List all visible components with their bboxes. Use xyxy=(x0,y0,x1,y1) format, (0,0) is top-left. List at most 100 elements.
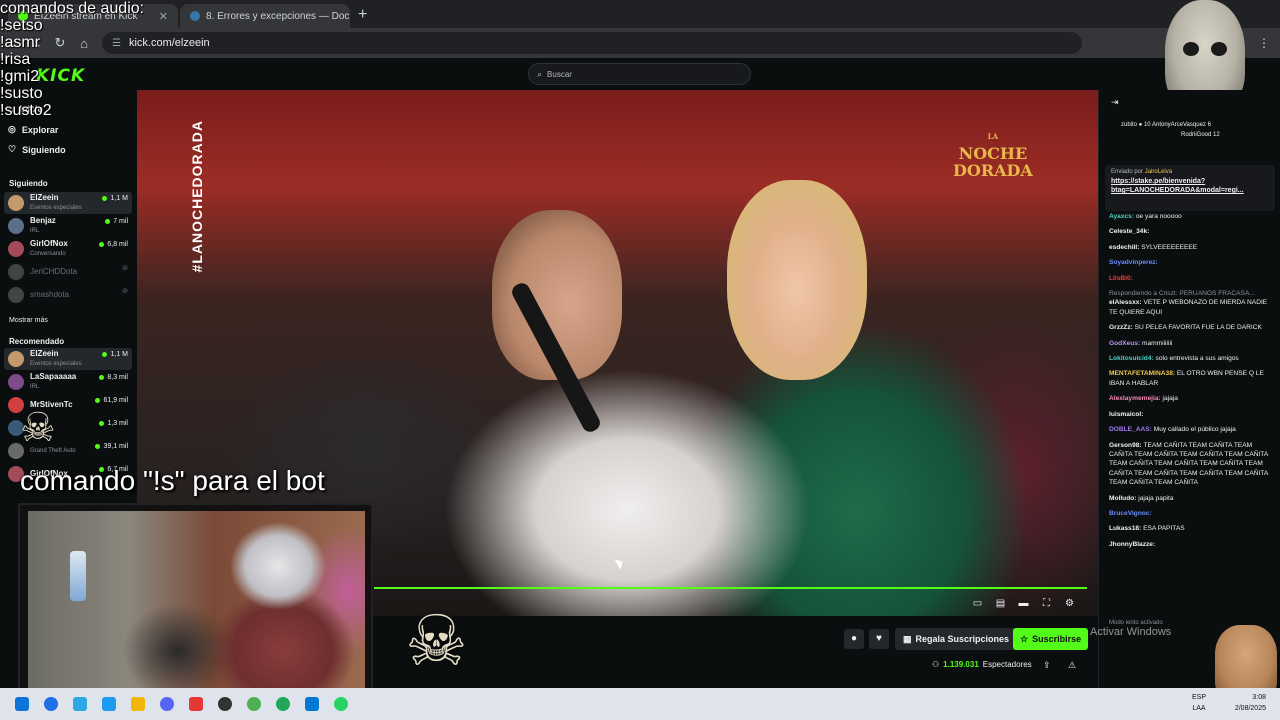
sidebar-channel[interactable]: ElZeein Eventos especiales 1,1 M xyxy=(4,192,132,214)
sidebar-channel[interactable]: smashdota ⊘ xyxy=(4,284,132,306)
skeleton-sticker-icon: ☠ xyxy=(20,406,56,450)
following-section-title: Siguiendo xyxy=(9,179,48,188)
chat-username[interactable]: Celeste_34k: xyxy=(1109,228,1149,235)
share-icon[interactable]: ⇪ xyxy=(1043,660,1051,671)
search-taskbar-icon[interactable] xyxy=(44,697,58,711)
chat-text: mammiiiiiii xyxy=(1141,339,1173,347)
clock-time: 3:08 xyxy=(1252,694,1266,701)
close-tab-icon[interactable]: ✕ xyxy=(349,10,350,23)
settings-gear-icon[interactable]: ⚙ xyxy=(1063,597,1076,610)
gift-subs-button[interactable]: ▦ Regala Suscripciones xyxy=(895,628,1018,650)
channel-viewers: 1,3 mil xyxy=(99,420,128,427)
channel-name: ElZeein xyxy=(30,193,59,202)
pinned-link[interactable]: https://stake.pe/bienvenida?btag=LANOCHE… xyxy=(1111,177,1269,195)
vscode-icon[interactable] xyxy=(305,697,319,711)
avatar xyxy=(8,351,24,367)
fullscreen-icon[interactable]: ⛶ xyxy=(1040,597,1053,610)
pinned-message[interactable]: Enviado por JairoLeiva https://stake.pe/… xyxy=(1105,165,1275,211)
obs-icon[interactable] xyxy=(218,697,232,711)
video-progress-bar[interactable] xyxy=(374,587,1087,589)
widgets-icon[interactable] xyxy=(73,697,87,711)
pip-icon[interactable]: ▭ xyxy=(971,597,984,610)
chat-username[interactable]: luismaicol: xyxy=(1109,411,1143,418)
guest-person xyxy=(727,180,867,380)
bot-command-overlay: comando "!s" para el bot xyxy=(20,465,325,496)
chat-username[interactable]: Gerson98: xyxy=(1109,442,1143,449)
channel-name: Benjaz xyxy=(30,216,56,225)
sidebar-channel[interactable]: Benjaz IRL 7 mil xyxy=(4,215,132,237)
chat-message: Lukass18: ESA PAPITAS xyxy=(1109,524,1277,533)
live-dot-icon xyxy=(102,196,108,201)
chat-username[interactable]: esdechill: xyxy=(1109,244,1141,251)
chat-text: SYLVEEEEEEEEE xyxy=(1141,243,1198,251)
chat-username[interactable]: BruceVignoc: xyxy=(1109,510,1152,517)
video-hashtag: #LANOCHEDORADA xyxy=(189,120,205,273)
clock-date: 2/08/2025 xyxy=(1234,705,1266,712)
browser-tab-python-docs[interactable]: 8. Errores y excepciones — Doc ✕ xyxy=(180,4,350,28)
live-dot-icon xyxy=(95,398,101,403)
dancing-skeleton-icon: ☠ xyxy=(405,602,468,680)
chat-username[interactable]: Ayaxcs: xyxy=(1109,213,1136,220)
close-tab-icon[interactable]: ✕ xyxy=(159,10,168,23)
chat-username[interactable]: Alexlaymemejia: xyxy=(1109,395,1163,402)
chat-message: Ayaxcs: oe yara nooooo xyxy=(1109,212,1277,221)
sidebar-channel[interactable]: JeriCHDDota ⊘ xyxy=(4,261,132,283)
report-flag-icon[interactable]: ⚠ xyxy=(1068,660,1076,671)
chat-username[interactable]: MENTAFETAMINA38: xyxy=(1109,370,1177,377)
file-explorer-icon[interactable] xyxy=(131,697,145,711)
sidebar-nav-browse[interactable]: ◎ Explorar xyxy=(8,124,58,135)
chat-message: GrzzZz: SU PELEA FAVORITA FUE LA DE DARI… xyxy=(1109,323,1277,332)
theater-icon[interactable]: ▬ xyxy=(1017,597,1030,610)
channel-text: Benjaz IRL xyxy=(30,216,56,236)
chrome-icon[interactable] xyxy=(247,697,261,711)
show-more-link[interactable]: Mostrar más xyxy=(9,317,48,324)
notifications-button[interactable]: ● xyxy=(844,629,864,649)
chrome-alt-icon[interactable] xyxy=(276,697,290,711)
webcam-feed xyxy=(28,511,365,693)
sidebar-channel[interactable]: GirlOfNox Conversando 6,8 mil xyxy=(4,238,132,260)
live-dot-icon xyxy=(99,421,105,426)
menu-icon[interactable]: ⋮ xyxy=(1258,36,1270,50)
collapse-chat-icon[interactable]: ⇥ xyxy=(1111,97,1119,108)
search-input[interactable]: ⌕ Buscar xyxy=(528,63,751,85)
viewer-count-label: Espectadores xyxy=(982,660,1032,669)
chat-username[interactable]: elAlessxx: xyxy=(1109,299,1143,306)
whatsapp-icon[interactable] xyxy=(334,697,348,711)
language-indicator[interactable]: ESP LAA xyxy=(1192,692,1206,714)
chat-username[interactable]: Molludo: xyxy=(1109,495,1138,502)
viewer-number: 8,3 mil xyxy=(107,374,128,381)
chat-username[interactable]: L0sBi0: xyxy=(1109,275,1133,282)
sidebar-nav-following[interactable]: ♡ Siguiendo xyxy=(8,144,66,155)
chat-username[interactable]: JhonnyBlazze: xyxy=(1109,541,1155,548)
heart-icon: ♡ xyxy=(8,144,17,154)
brave-icon[interactable] xyxy=(189,697,203,711)
clip-icon[interactable]: ▤ xyxy=(994,597,1007,610)
follow-button[interactable]: ♥ xyxy=(869,629,889,649)
channel-category: IRL xyxy=(30,228,40,234)
clock[interactable]: 3:08 2/08/2025 xyxy=(1235,692,1266,714)
channel-name: LaSapaaaaa xyxy=(30,372,77,381)
chat-username[interactable]: GodXeus: xyxy=(1109,340,1142,347)
browser-tabbar: EIZeein stream en Kick ✕ 8. Errores y ex… xyxy=(0,0,1280,28)
people-icon: ⚇ xyxy=(932,660,940,669)
url-input[interactable]: ☰ kick.com/elzeein xyxy=(102,32,1082,54)
chat-message: L0sBi0: xyxy=(1109,274,1277,283)
chat-username[interactable]: Soyadvinperez: xyxy=(1109,259,1158,266)
viewer-number: 1,3 mil xyxy=(107,420,128,427)
channel-viewers: 7 mil xyxy=(105,218,128,225)
channel-viewers: 1,1 M xyxy=(102,195,128,202)
windows-start-icon[interactable] xyxy=(15,697,29,711)
chat-username[interactable]: Lokitosuicid4: xyxy=(1109,355,1156,362)
edge-icon[interactable] xyxy=(102,697,116,711)
chat-username[interactable]: Lukass18: xyxy=(1109,525,1143,532)
discord-icon[interactable] xyxy=(160,697,174,711)
sidebar-channel[interactable]: LaSapaaaaa IRL 8,3 mil xyxy=(4,371,132,393)
sidebar-channel[interactable]: ElZeein Eventos especiales 1,1 M xyxy=(4,348,132,370)
chat-username[interactable]: GrzzZz: xyxy=(1109,324,1135,331)
chat-text: oe yara nooooo xyxy=(1135,213,1182,220)
nav-label: Siguiendo xyxy=(22,144,66,155)
subscribe-button[interactable]: ☆ Suscribirse xyxy=(1013,628,1089,650)
new-tab-button[interactable]: + xyxy=(358,6,367,24)
reply-context[interactable]: Respondiendo a Criszt: PERUANOS FRACASA.… xyxy=(1109,289,1277,298)
chat-username[interactable]: DOBLE_AAS: xyxy=(1109,426,1154,433)
